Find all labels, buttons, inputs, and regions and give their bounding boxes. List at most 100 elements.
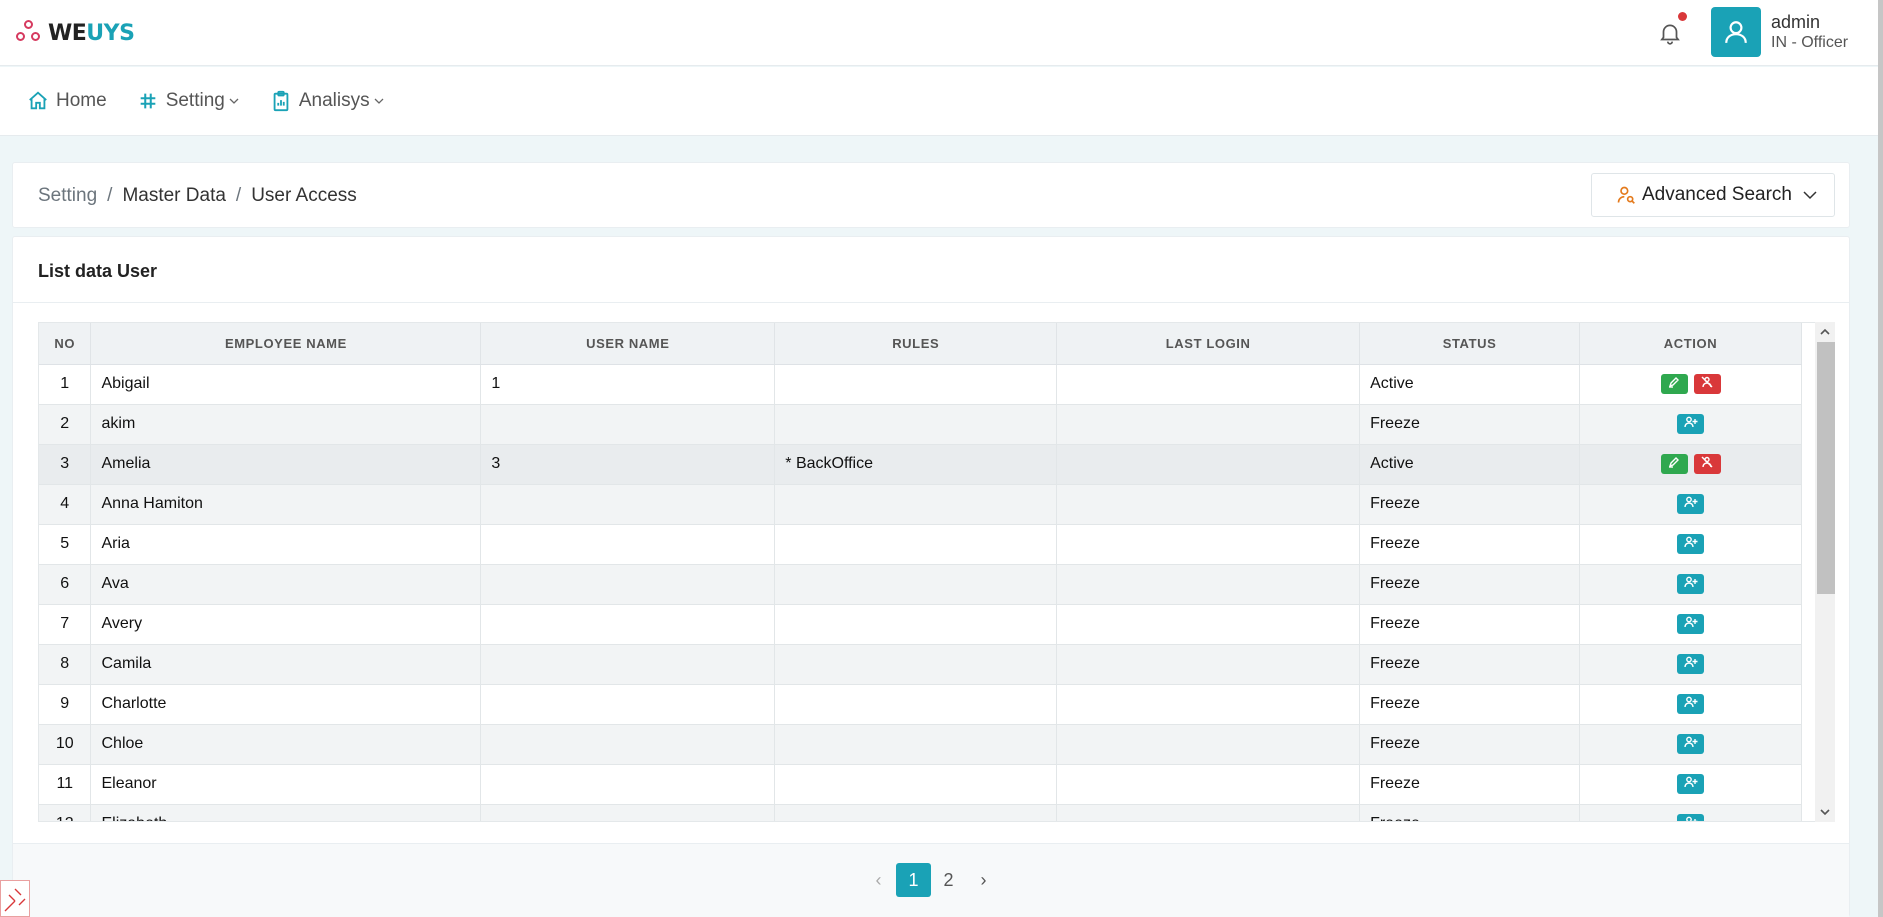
table-row[interactable]: 1 Abigail 1 Active xyxy=(39,364,1802,405)
add-user-button[interactable] xyxy=(1677,574,1704,594)
pagination-page-1[interactable]: 1 xyxy=(896,863,931,897)
cell-employee-name: Abigail xyxy=(90,364,482,405)
cell-last-login xyxy=(1056,764,1361,805)
table-row[interactable]: 10 Chloe Freeze xyxy=(39,724,1802,765)
user-name[interactable]: admin xyxy=(1771,12,1820,33)
add-user-icon xyxy=(1683,575,1698,593)
cell-action xyxy=(1579,444,1802,485)
cell-no: 5 xyxy=(39,524,92,565)
bell-icon[interactable] xyxy=(1657,20,1683,46)
cell-last-login xyxy=(1056,604,1361,645)
cell-status: Freeze xyxy=(1359,604,1581,645)
page-scrollbar[interactable] xyxy=(1878,0,1883,917)
table-row[interactable]: 2 akim Freeze xyxy=(39,404,1802,445)
edit-icon xyxy=(1668,375,1680,393)
cell-status: Freeze xyxy=(1359,804,1581,821)
cell-action xyxy=(1579,484,1802,525)
cell-rules xyxy=(774,484,1058,525)
add-user-button[interactable] xyxy=(1677,694,1704,714)
avatar[interactable] xyxy=(1711,7,1761,57)
table-row[interactable]: 11 Eleanor Freeze xyxy=(39,764,1802,805)
delete-user-button[interactable] xyxy=(1693,374,1721,394)
pagination-page-2[interactable]: 2 xyxy=(931,863,966,897)
cell-action xyxy=(1579,524,1802,565)
table-row[interactable]: 12Elizabeth Freeze xyxy=(39,804,1802,821)
add-user-icon xyxy=(1684,815,1698,821)
column-header-rules[interactable]: RULES xyxy=(774,323,1058,365)
home-icon xyxy=(29,91,47,110)
scrollbar-thumb[interactable] xyxy=(1817,342,1835,594)
cell-employee-name: Charlotte xyxy=(90,684,482,725)
cell-action xyxy=(1579,564,1802,605)
pagination-next[interactable]: › xyxy=(966,863,1001,897)
nav-item-analisys-label: Analisys xyxy=(298,90,370,111)
user-table-container: NO EMPLOYEE NAME USER NAME RULES LAST LO… xyxy=(38,322,1816,822)
edit-user-button[interactable] xyxy=(1660,454,1688,474)
advanced-search-button[interactable]: Advanced Search xyxy=(1591,173,1835,217)
page-scrollbar-thumb[interactable] xyxy=(1878,0,1883,917)
debug-badge[interactable] xyxy=(0,880,30,917)
table-row[interactable]: 4 Anna Hamiton Freeze xyxy=(39,484,1802,525)
breadcrumb-setting[interactable]: Setting xyxy=(38,185,97,207)
chevron-down-icon xyxy=(229,98,239,104)
cell-last-login xyxy=(1056,644,1361,685)
cell-no: 4 xyxy=(39,484,92,525)
cell-user-name: 1 xyxy=(480,364,776,405)
tool-icon xyxy=(4,888,26,912)
nav-item-analisys[interactable]: Analisys xyxy=(270,90,385,112)
cell-no: 2 xyxy=(39,404,92,445)
table-scrollbar[interactable] xyxy=(1815,322,1835,822)
nav-item-home[interactable]: Home xyxy=(27,90,107,112)
add-user-button[interactable] xyxy=(1677,494,1704,514)
add-user-button[interactable] xyxy=(1677,534,1704,554)
table-row[interactable]: 3 Amelia 3 * BackOffice Active xyxy=(39,444,1802,485)
cell-no: 12 xyxy=(39,804,92,821)
add-user-button[interactable] xyxy=(1677,814,1704,821)
table-row[interactable]: 5 Aria Freeze xyxy=(39,524,1802,565)
cell-rules xyxy=(774,404,1058,445)
brand-logo[interactable]: WEUYS xyxy=(16,19,135,47)
edit-icon xyxy=(1668,455,1680,473)
add-user-button[interactable] xyxy=(1677,654,1704,674)
breadcrumb-user-access: User Access xyxy=(251,185,357,206)
cell-no: 3 xyxy=(39,444,92,485)
delete-user-button[interactable] xyxy=(1693,454,1721,474)
column-header-last-login[interactable]: LAST LOGIN xyxy=(1056,323,1361,365)
remove-user-icon xyxy=(1701,455,1713,473)
cell-last-login xyxy=(1056,364,1361,405)
cell-rules: * BackOffice xyxy=(774,444,1058,485)
cell-last-login xyxy=(1056,444,1361,485)
cell-action xyxy=(1579,644,1802,685)
cell-action xyxy=(1579,684,1802,725)
add-user-button[interactable] xyxy=(1677,414,1704,434)
add-user-button[interactable] xyxy=(1677,734,1704,754)
column-header-no[interactable]: NO xyxy=(39,323,92,365)
add-user-button[interactable] xyxy=(1677,614,1704,634)
user-icon xyxy=(1725,21,1747,43)
cell-rules xyxy=(774,804,1058,821)
column-header-user-name[interactable]: USER NAME xyxy=(480,323,776,365)
column-header-status[interactable]: STATUS xyxy=(1359,323,1581,365)
add-user-button[interactable] xyxy=(1677,774,1704,794)
cell-employee-name: Elizabeth xyxy=(90,804,482,821)
scroll-down-icon[interactable] xyxy=(1819,806,1831,818)
table-row[interactable]: 6 Ava Freeze xyxy=(39,564,1802,605)
add-user-icon xyxy=(1683,495,1698,513)
pagination-prev[interactable]: ‹ xyxy=(861,863,896,897)
column-header-employee-name[interactable]: EMPLOYEE NAME xyxy=(90,323,482,365)
edit-user-button[interactable] xyxy=(1660,374,1688,394)
column-header-action: ACTION xyxy=(1579,323,1802,365)
nav-item-home-label: Home xyxy=(56,90,107,111)
cell-status: Active xyxy=(1359,444,1581,485)
table-row[interactable]: 8 Camila Freeze xyxy=(39,644,1802,685)
cell-no: 6 xyxy=(39,564,92,605)
scroll-up-icon[interactable] xyxy=(1819,326,1831,338)
table-row[interactable]: 7 Avery Freeze xyxy=(39,604,1802,645)
breadcrumb-master-data[interactable]: Master Data xyxy=(122,185,225,207)
add-user-icon xyxy=(1683,775,1698,793)
nav-item-setting[interactable]: Setting xyxy=(137,90,240,112)
cell-no: 10 xyxy=(39,724,92,765)
cell-action xyxy=(1579,364,1802,405)
table-row[interactable]: 9 Charlotte Freeze xyxy=(39,684,1802,725)
cell-employee-name: Eleanor xyxy=(90,764,482,805)
